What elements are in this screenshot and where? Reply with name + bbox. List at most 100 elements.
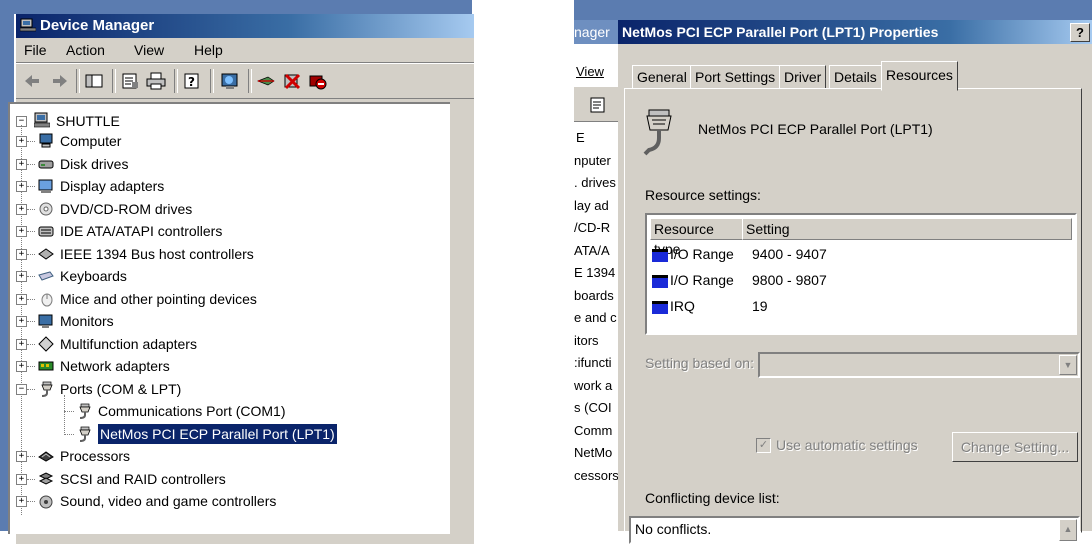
properties-icon[interactable] (120, 72, 140, 90)
column-header-setting[interactable]: Setting (742, 218, 1072, 240)
tree-line (64, 411, 74, 412)
tab-driver[interactable]: Driver (779, 65, 827, 89)
disable-icon[interactable] (308, 72, 328, 90)
column-header-resource-type[interactable]: Resource type (650, 218, 743, 257)
tab-details[interactable]: Details (829, 65, 882, 89)
update-driver-icon[interactable] (256, 72, 276, 90)
help-icon[interactable]: ? (182, 72, 202, 90)
processor-icon (38, 451, 54, 462)
conflicting-device-list[interactable]: No conflicts. ▲ (629, 516, 1080, 544)
expand-icon[interactable]: + (16, 158, 27, 170)
change-setting-button[interactable]: Change Setting... (952, 432, 1078, 462)
scroll-up-icon[interactable]: ▲ (1059, 519, 1077, 541)
resource-type: I/O Range (670, 246, 734, 262)
title-bar[interactable]: Device Manager (16, 14, 474, 38)
menu-view[interactable]: View (134, 42, 164, 58)
expand-icon[interactable]: + (16, 181, 27, 192)
tab-resources[interactable]: Resources (881, 61, 958, 91)
tree-item[interactable]: + IDE ATA/ATAPI controllers (16, 221, 436, 241)
tree-child-item[interactable]: NetMos PCI ECP Parallel Port (LPT1) (16, 422, 436, 445)
tree-item[interactable]: + Processors (16, 446, 436, 466)
tree-item[interactable]: + Monitors (16, 311, 436, 331)
expand-icon[interactable]: + (16, 338, 27, 350)
background-window-title[interactable]: nager (574, 20, 618, 44)
tree-line (64, 394, 65, 433)
tree-item[interactable]: + Display adapters (16, 176, 436, 196)
setting-based-on-dropdown[interactable]: ▼ (758, 352, 1080, 378)
back-icon[interactable] (22, 72, 42, 90)
tree-item-label: Multifunction adapters (60, 335, 197, 352)
expand-icon[interactable]: + (16, 271, 27, 282)
expand-icon[interactable]: + (16, 496, 27, 507)
parallel-port-icon (643, 109, 672, 156)
device-manager-icon (20, 18, 36, 32)
tree-child-item[interactable]: Communications Port (COM1) (16, 401, 436, 421)
expand-icon[interactable]: + (16, 248, 27, 260)
chevron-down-icon[interactable]: ▼ (1059, 355, 1077, 375)
tab-port-settings[interactable]: Port Settings (690, 65, 781, 89)
menu-file[interactable]: File (24, 42, 47, 58)
background-tree-item: ATA/A (574, 242, 610, 258)
collapse-icon[interactable]: − (16, 383, 27, 395)
tree-item[interactable]: + Network adapters (16, 356, 436, 376)
tree-line (27, 163, 35, 165)
tree-line (27, 456, 35, 457)
menu-help[interactable]: Help (194, 42, 223, 58)
menu-action[interactable]: Action (66, 42, 105, 58)
tree-item[interactable]: + Sound, video and game controllers (16, 491, 436, 511)
expand-icon[interactable]: + (16, 136, 27, 147)
tree-line (27, 366, 35, 367)
tree-root[interactable]: − SHUTTLE (16, 111, 436, 131)
resource-row[interactable]: IRQ 19 (650, 294, 1068, 318)
print-icon[interactable] (146, 72, 166, 90)
expand-icon[interactable]: + (16, 316, 27, 327)
svg-text:?: ? (188, 75, 195, 89)
port-icon (41, 381, 53, 397)
expand-icon[interactable]: + (16, 451, 27, 462)
monitor-icon (38, 314, 53, 328)
use-automatic-checkbox[interactable]: ✓ (756, 438, 771, 453)
scsi-icon (38, 471, 54, 485)
tab-general[interactable]: General (632, 65, 692, 89)
resource-row[interactable]: I/O Range 9800 - 9807 (650, 268, 1068, 292)
tree-item[interactable]: + Multifunction adapters (16, 334, 436, 354)
tree-item-label: SCSI and RAID controllers (60, 470, 226, 487)
tree-item[interactable]: + SCSI and RAID controllers (16, 469, 436, 489)
tree-item-label: Sound, video and game controllers (60, 493, 277, 509)
scan-hardware-icon[interactable] (220, 72, 240, 90)
tree-item[interactable]: + IEEE 1394 Bus host controllers (16, 244, 436, 264)
forward-icon[interactable] (50, 72, 70, 90)
expand-icon[interactable]: + (16, 293, 27, 305)
properties-icon[interactable] (588, 96, 608, 114)
expand-icon[interactable]: + (16, 361, 27, 372)
console-tree-icon[interactable] (84, 72, 104, 90)
device-tree[interactable]: − SHUTTLE + Computer + Disk drives + Display … (8, 102, 450, 534)
toolbar-separator (248, 69, 252, 93)
tree-item[interactable]: + Mice and other pointing devices (16, 289, 436, 309)
tree-item-label: Disk drives (60, 155, 129, 172)
tree-item[interactable]: − Ports (COM & LPT) (16, 379, 436, 399)
resource-type: I/O Range (670, 272, 734, 288)
background-tree-item: lay ad (574, 197, 609, 213)
background-menu-view[interactable]: View (576, 64, 604, 79)
uninstall-icon[interactable] (282, 72, 302, 90)
expand-icon[interactable]: + (16, 473, 27, 485)
tree-item[interactable]: + Disk drives (16, 154, 436, 174)
tree-item[interactable]: + Computer (16, 131, 436, 151)
port-icon (79, 426, 91, 442)
background-tree-item: E 1394 (574, 265, 616, 280)
tree-line (27, 501, 35, 502)
expand-icon[interactable]: + (16, 226, 27, 237)
tree-item[interactable]: + Keyboards (16, 266, 436, 286)
expand-icon[interactable]: + (16, 203, 27, 215)
properties-title-bar[interactable]: NetMos PCI ECP Parallel Port (LPT1) Prop… (618, 20, 1092, 44)
tree-root-label: SHUTTLE (56, 113, 120, 129)
tree-item[interactable]: + DVD/CD-ROM drives (16, 199, 436, 219)
help-button[interactable]: ? (1070, 23, 1090, 42)
sound-icon (39, 495, 53, 509)
resource-row[interactable]: I/O Range 9400 - 9407 (650, 242, 1068, 266)
port-icon (79, 403, 91, 419)
multifunction-icon (38, 335, 54, 352)
resource-list[interactable]: Resource type Setting I/O Range 9400 - 94… (645, 213, 1077, 335)
background-tree-item: boards (574, 287, 614, 303)
